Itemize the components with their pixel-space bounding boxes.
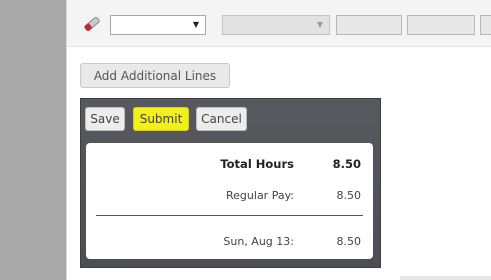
save-button[interactable]: Save	[85, 107, 125, 131]
dropdown-arrow-icon: ▼	[316, 20, 323, 29]
dropdown-arrow-icon: ▼	[192, 20, 199, 29]
left-rail	[0, 0, 66, 280]
submit-button[interactable]: Submit	[133, 107, 189, 131]
add-additional-lines-button[interactable]: Add Additional Lines	[80, 63, 230, 88]
total-hours-value: 8.50	[332, 157, 361, 171]
line-type-select[interactable]: ▼	[110, 15, 206, 35]
hours-input-3[interactable]	[480, 15, 491, 35]
hours-input-1[interactable]	[336, 15, 402, 35]
footer-edge	[400, 276, 491, 280]
disabled-select: ▼	[222, 15, 330, 35]
day-total-value: 8.50	[336, 235, 362, 248]
eraser-icon[interactable]	[82, 14, 102, 34]
total-hours-label: Total Hours	[220, 157, 294, 171]
regular-pay-value: 8.50	[336, 189, 362, 202]
summary-divider	[96, 215, 363, 216]
day-total-label: Sun, Aug 13:	[223, 235, 294, 248]
cancel-button[interactable]: Cancel	[196, 107, 247, 131]
regular-pay-label: Regular Pay:	[226, 189, 294, 202]
hours-input-2[interactable]	[407, 15, 475, 35]
